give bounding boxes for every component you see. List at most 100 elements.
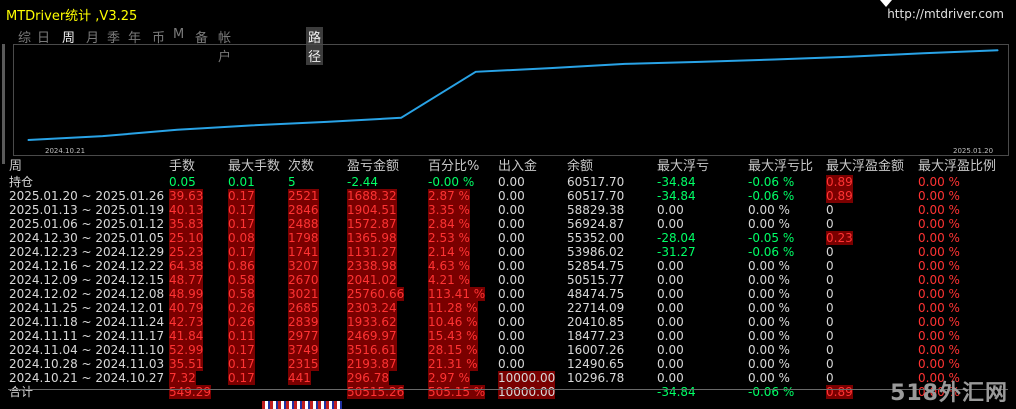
table-cell: 505.15 % (428, 385, 486, 399)
table-cell: 2.14 % (428, 245, 470, 259)
table-cell: 2024.12.09 ~ 2024.12.15 (9, 273, 165, 287)
table-cell: 0 (826, 301, 834, 315)
table-row[interactable]: 2024.12.16 ~ 2024.12.22 64.38 0.86 3207 2338… (9, 259, 1009, 273)
table-cell: 0.00 % (918, 245, 960, 259)
table-row[interactable]: 2024.12.02 ~ 2024.12.08 48.99 0.58 3021 2576… (9, 287, 1009, 301)
column-header[interactable]: 手数 (169, 159, 195, 175)
table-row[interactable]: 2024.12.09 ~ 2024.12.15 48.77 0.58 2670 2041… (9, 273, 1009, 287)
table-cell: 2024.11.11 ~ 2024.11.17 (9, 329, 165, 343)
table-cell: -0.06 % (748, 175, 795, 189)
table-cell: -34.84 (657, 385, 696, 399)
table-cell: 25.10 (169, 231, 204, 245)
chart-x-label-start: 2024.10.21 (45, 147, 86, 155)
table-cell: 1904.51 (347, 203, 397, 217)
table-cell: 2315 (288, 357, 319, 371)
table-cell: 15.43 % (428, 329, 478, 343)
table-cell: 0.00 (657, 203, 684, 217)
table-cell: 0.00 % (748, 315, 790, 329)
table-cell: 1365.98 (347, 231, 397, 245)
table-cell: 1131.27 (347, 245, 397, 259)
table-row[interactable]: 2025.01.20 ~ 2025.01.26 39.63 0.17 2521 1688… (9, 189, 1009, 203)
table-cell: 53986.02 (567, 245, 625, 259)
column-header[interactable]: 周 (9, 159, 22, 175)
table-cell: 40.13 (169, 203, 204, 217)
column-header[interactable]: 出入金 (498, 159, 537, 175)
table-row[interactable]: 2024.12.30 ~ 2025.01.05 25.10 0.08 1798 1365… (9, 231, 1009, 245)
table-cell: 1572.87 (347, 217, 397, 231)
collapse-corner-icon[interactable] (880, 0, 892, 7)
table-cell: 0.00 (657, 259, 684, 273)
table-row[interactable]: 2024.10.28 ~ 2024.11.03 35.51 0.17 2315 2193… (9, 357, 1009, 371)
table-row[interactable]: 2024.12.23 ~ 2024.12.29 25.23 0.17 1741 1131… (9, 245, 1009, 259)
tab-7[interactable]: M (173, 27, 184, 42)
table-cell: 2024.10.28 ~ 2024.11.03 (9, 357, 165, 371)
table-cell: 2024.11.18 ~ 2024.11.24 (9, 315, 165, 329)
table-row[interactable]: 2025.01.06 ~ 2025.01.12 35.83 0.17 2488 1572… (9, 217, 1009, 231)
table-cell: 0.00 (498, 273, 525, 287)
table-cell: 0.00 (498, 315, 525, 329)
table-cell: 0.00 (657, 357, 684, 371)
equity-line (27, 49, 999, 141)
table-cell: 2.87 % (428, 189, 470, 203)
table-cell: 2338.98 (347, 259, 397, 273)
table-cell: 3516.61 (347, 343, 397, 357)
table-cell: 0.00 (498, 231, 525, 245)
table-row[interactable]: 2024.10.21 ~ 2024.10.27 7.32 0.17 441 296.78… (9, 371, 1009, 385)
column-header[interactable]: 最大手数 (228, 159, 280, 175)
table-cell: 2024.12.30 ~ 2025.01.05 (9, 231, 165, 245)
table-cell: 2521 (288, 189, 319, 203)
table-cell: 0.00 (498, 287, 525, 301)
table-cell: 2469.97 (347, 329, 397, 343)
table-cell: 296.78 (347, 371, 389, 385)
table-cell: 0.26 (228, 301, 255, 315)
table-cell: 2193.87 (347, 357, 397, 371)
column-header[interactable]: 最大浮盈金额 (826, 159, 904, 175)
table-cell: -0.05 % (748, 231, 795, 245)
table-cell: 2025.01.20 ~ 2025.01.26 (9, 189, 165, 203)
table-cell: 113.41 % (428, 287, 486, 301)
table-cell: 0.00 (657, 273, 684, 287)
table-cell: 0.58 (228, 287, 255, 301)
table-cell: 20410.85 (567, 315, 625, 329)
table-cell: 3.35 % (428, 203, 470, 217)
table-cell: 0.00 (498, 259, 525, 273)
column-header[interactable]: 余额 (567, 159, 593, 175)
table-row[interactable]: 持仓 0.05 0.01 5 -2.44 -0.00 % 0.00 60517.70 -34.8… (9, 175, 1009, 189)
column-header[interactable]: 次数 (288, 159, 314, 175)
table-cell: 3021 (288, 287, 319, 301)
column-header[interactable]: 盈亏金额 (347, 159, 399, 175)
table-cell: 0.17 (228, 217, 255, 231)
column-header[interactable]: 最大浮亏 (657, 159, 709, 175)
column-header[interactable]: 最大浮亏比 (748, 159, 813, 175)
website-link[interactable]: http://mtdriver.com (887, 7, 1004, 21)
table-row[interactable]: 2024.11.04 ~ 2024.11.10 52.99 0.17 3749 3516… (9, 343, 1009, 357)
table-cell: 4.21 % (428, 273, 470, 287)
column-header[interactable]: 百分比% (428, 159, 479, 175)
table-cell: 0.00 (657, 329, 684, 343)
table-header: 周 手数 最大手数 次数 盈亏金额 百分比% 出入金 余额 最大浮亏 最大浮亏比 最大浮盈金额 最大浮… (9, 159, 1009, 175)
table-cell: 50515.26 (347, 385, 405, 399)
table-cell: 50515.77 (567, 273, 625, 287)
table-cell: 2024.11.04 ~ 2024.11.10 (9, 343, 165, 357)
table-cell: 0 (826, 287, 834, 301)
table-cell: 2670 (288, 273, 319, 287)
table-cell: 0.00 % (918, 357, 960, 371)
equity-point (997, 49, 999, 51)
table-cell: 0 (826, 329, 834, 343)
table-row[interactable]: 2025.01.13 ~ 2025.01.19 40.13 0.17 2846 1904… (9, 203, 1009, 217)
equity-point (102, 135, 104, 137)
column-header[interactable]: 最大浮盈比例 (918, 159, 996, 175)
table-row[interactable]: 2024.11.25 ~ 2024.12.01 40.79 0.26 2685 2303… (9, 301, 1009, 315)
table-cell: 0.00 % (918, 273, 960, 287)
table-cell: 41.84 (169, 329, 204, 343)
total-row[interactable]: 合计 549.29 50515.26 505.15 % 10000.00 -34.84 -0… (9, 385, 1009, 399)
table-cell: 2303.24 (347, 301, 397, 315)
table-cell: 42.73 (169, 315, 204, 329)
table-cell: 2024.12.23 ~ 2024.12.29 (9, 245, 165, 259)
table-row[interactable]: 2024.11.11 ~ 2024.11.17 41.84 0.11 2977 2469… (9, 329, 1009, 343)
table-cell: 48.99 (169, 287, 204, 301)
mini-strip (262, 401, 342, 409)
table-cell: 2025.01.13 ~ 2025.01.19 (9, 203, 165, 217)
table-cell: 0.00 % (748, 203, 790, 217)
table-row[interactable]: 2024.11.18 ~ 2024.11.24 42.73 0.26 2839 1933… (9, 315, 1009, 329)
